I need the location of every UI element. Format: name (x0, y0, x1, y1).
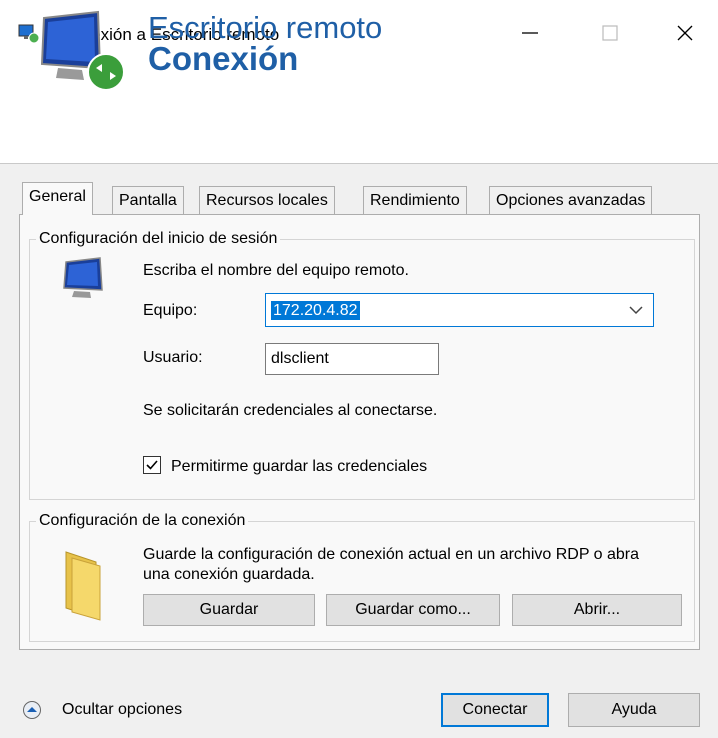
help-button[interactable]: Ayuda (568, 693, 700, 727)
chevron-down-icon[interactable] (627, 301, 645, 319)
login-instruction: Escriba el nombre del equipo remoto. (143, 262, 409, 279)
monitor-connect-icon (38, 10, 130, 94)
tab-opciones-avanzadas[interactable]: Opciones avanzadas (489, 186, 653, 214)
maximize-button[interactable] (580, 10, 640, 56)
connect-button[interactable]: Conectar (441, 693, 549, 727)
collapse-options-icon[interactable] (22, 700, 42, 720)
maximize-icon (602, 25, 618, 41)
remote-desktop-icon (18, 24, 40, 44)
computer-label: Equipo: (143, 302, 198, 319)
close-button[interactable] (655, 10, 715, 56)
connection-settings-legend: Configuración de la conexión (39, 512, 246, 529)
save-credentials-checkbox[interactable] (143, 456, 161, 474)
user-label: Usuario: (143, 349, 203, 366)
close-icon (677, 25, 693, 41)
tab-pantalla[interactable]: Pantalla (112, 186, 184, 214)
credentials-note: Se solicitarán credenciales al conectars… (143, 402, 438, 419)
open-button[interactable]: Abrir... (512, 594, 682, 626)
hide-options-label[interactable]: Ocultar opciones (62, 701, 182, 719)
computer-icon (60, 256, 110, 302)
tab-general[interactable]: General (22, 182, 93, 215)
folder-icon (62, 548, 104, 622)
save-button[interactable]: Guardar (143, 594, 315, 626)
banner-title-line2: Conexión (148, 40, 299, 77)
minimize-icon (522, 32, 538, 34)
tab-recursos-locales[interactable]: Recursos locales (199, 186, 335, 214)
connection-description: Guarde la configuración de conexión actu… (143, 546, 640, 583)
computer-combobox[interactable]: 172.20.4.82 (265, 293, 654, 327)
save-as-button[interactable]: Guardar como... (326, 594, 500, 626)
minimize-button[interactable] (500, 10, 560, 56)
login-settings-legend: Configuración del inicio de sesión (39, 230, 278, 247)
tab-rendimiento[interactable]: Rendimiento (363, 186, 467, 214)
save-credentials-label[interactable]: Permitirme guardar las credenciales (171, 458, 427, 476)
user-value: dlsclient (271, 350, 329, 367)
computer-value[interactable]: 172.20.4.82 (271, 301, 360, 320)
checkmark-icon (146, 460, 158, 470)
user-field[interactable]: dlsclient (265, 343, 439, 375)
